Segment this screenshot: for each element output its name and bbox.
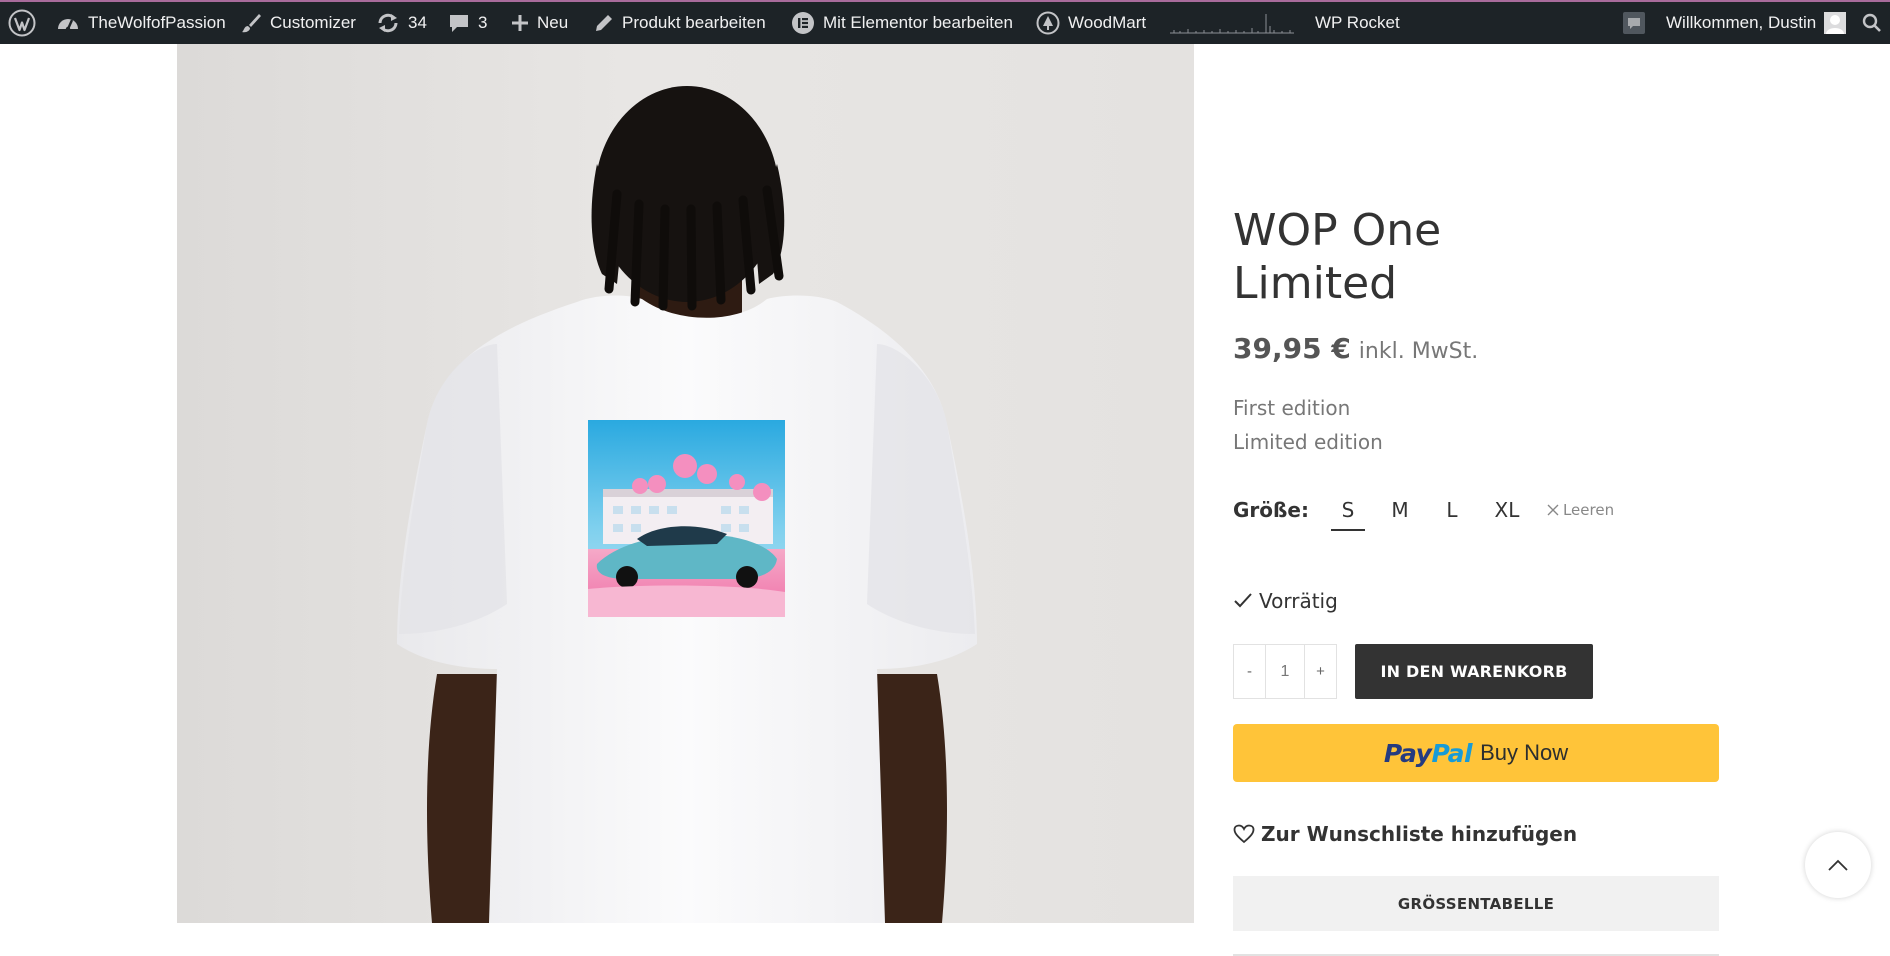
product-title-line-1: WOP One (1233, 205, 1442, 256)
dashboard-icon (58, 19, 78, 32)
plus-icon (512, 15, 528, 31)
wp-admin-bar: TheWolfofPassion Customizer 34 3 Neu Pro… (0, 0, 1890, 44)
paypal-buy-now-label: Buy Now (1480, 740, 1569, 765)
site-name-menu[interactable]: TheWolfofPassion (56, 2, 226, 44)
elementor-icon (792, 12, 814, 34)
paypal-buy-now-button[interactable]: PayPal Buy Now (1233, 724, 1719, 782)
notification-icon (1623, 12, 1645, 34)
size-swatch-s[interactable]: S (1330, 493, 1365, 531)
edit-product-label: Produkt bearbeiten (622, 13, 766, 32)
customizer-label: Customizer (270, 13, 356, 32)
reset-label: Leeren (1562, 501, 1615, 519)
elementor-label: Mit Elementor bearbeiten (823, 13, 1013, 32)
site-name-label: TheWolfofPassion (88, 13, 226, 32)
price-block: 39,95 € inkl. MwSt. (1233, 332, 1478, 365)
elementor-edit-link[interactable]: Mit Elementor bearbeiten (791, 2, 1013, 44)
size-swatch-l[interactable]: L (1435, 493, 1469, 527)
paypal-logo-pal: Pal (1431, 738, 1473, 768)
stock-status-label: Vorrätig (1259, 589, 1338, 613)
product-title-line-2: Limited (1233, 258, 1398, 309)
notifications-button[interactable] (1623, 2, 1645, 44)
short-description-line: Limited edition (1233, 430, 1383, 454)
wordpress-logo-menu[interactable] (8, 2, 36, 44)
reset-variations-link[interactable]: Leeren (1547, 501, 1614, 519)
heart-icon (1233, 824, 1255, 844)
wp-rocket-label: WP Rocket (1315, 13, 1400, 32)
add-to-cart-button[interactable]: IN DEN WARENKORB (1355, 644, 1593, 699)
new-label: Neu (537, 13, 569, 32)
add-to-cart-form: - 1 + IN DEN WARENKORB (1233, 644, 1593, 699)
wp-rocket-menu[interactable]: WP Rocket (1315, 2, 1400, 44)
checkmark-icon (1234, 593, 1252, 608)
quantity-stepper: - 1 + (1233, 644, 1337, 699)
size-label: Größe: (1233, 498, 1309, 522)
model-wearing-tshirt-illustration (397, 86, 977, 923)
tax-note: inkl. MwSt. (1358, 339, 1479, 364)
paypal-logo-pay: Pay (1383, 738, 1432, 768)
paypal-logo: PayPal (1383, 738, 1473, 768)
comments-link[interactable]: 3 (448, 2, 487, 44)
product-summary: WOP One Limited 39,95 € inkl. MwSt. Firs… (1233, 44, 1719, 956)
performance-graph (1170, 2, 1294, 44)
updates-icon (378, 13, 398, 33)
quantity-increase-button[interactable]: + (1305, 645, 1336, 698)
adminbar-search-button[interactable] (1862, 2, 1882, 44)
pencil-icon (596, 15, 612, 31)
new-content-menu[interactable]: Neu (511, 2, 568, 44)
product-title: WOP One Limited (1233, 204, 1653, 310)
welcome-label: Willkommen, Dustin (1666, 13, 1817, 32)
edit-product-link[interactable]: Produkt bearbeiten (594, 2, 766, 44)
quantity-input[interactable]: 1 (1265, 645, 1305, 698)
short-description-line: First edition (1233, 396, 1351, 420)
comment-bubble-icon (450, 15, 468, 32)
wordpress-icon (8, 9, 36, 37)
product-price: 39,95 € (1233, 332, 1351, 365)
updates-link[interactable]: 34 (376, 2, 427, 44)
woodmart-icon (1036, 11, 1060, 35)
size-selector: Größe: S M L XL Leeren (1233, 490, 1614, 531)
size-swatch-xl[interactable]: XL (1487, 493, 1527, 527)
close-icon (1547, 504, 1559, 516)
shirt-print-artwork (588, 420, 785, 617)
comments-count: 3 (478, 13, 488, 32)
chevron-up-icon (1828, 859, 1848, 871)
woodmart-label: WoodMart (1068, 13, 1147, 32)
avatar (1824, 12, 1847, 34)
updates-count: 34 (408, 13, 427, 32)
paintbrush-icon (242, 14, 261, 33)
add-to-wishlist-link[interactable]: Zur Wunschliste hinzufügen (1233, 822, 1577, 846)
stock-status: Vorrätig (1233, 589, 1338, 613)
wishlist-label: Zur Wunschliste hinzufügen (1261, 822, 1578, 846)
product-main-image[interactable] (177, 44, 1194, 923)
scroll-to-top-button[interactable] (1805, 832, 1871, 898)
woodmart-menu[interactable]: WoodMart (1036, 2, 1146, 44)
sparkline-graph (1170, 14, 1294, 34)
customizer-link[interactable]: Customizer (240, 2, 356, 44)
account-menu[interactable]: Willkommen, Dustin (1666, 2, 1847, 44)
quantity-decrease-button[interactable]: - (1234, 645, 1265, 698)
search-icon (1862, 13, 1881, 32)
size-swatch-m[interactable]: M (1383, 493, 1417, 527)
